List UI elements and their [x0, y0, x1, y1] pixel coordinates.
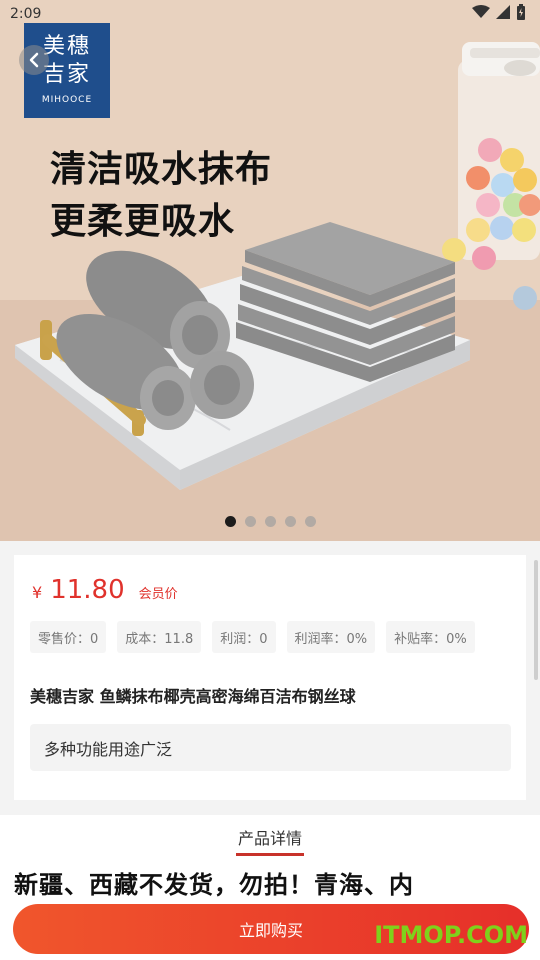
price-currency-symbol: ¥	[32, 583, 43, 602]
brand-logo-english: MIHOOCE	[41, 95, 93, 105]
tab-product-details[interactable]: 产品详情	[0, 825, 540, 849]
product-title: 美穗吉家 鱼鳞抹布椰壳高密海绵百洁布钢丝球	[30, 687, 356, 706]
stat-cost: 成本：11.8	[117, 621, 202, 653]
price-value: 11.80	[50, 575, 125, 605]
carousel-dot[interactable]	[264, 516, 276, 527]
battery-icon	[517, 4, 525, 20]
carousel-dot[interactable]	[244, 516, 256, 527]
chevron-left-icon	[29, 52, 39, 68]
carousel-indicator	[0, 516, 540, 527]
member-price-label: 会员价	[138, 587, 178, 602]
product-info-card: ¥ 11.80 会员价 零售价：0 成本：11.8 利润：0 利润率：0% 补贴…	[14, 555, 526, 800]
stat-profit: 利润：0	[212, 621, 276, 653]
cell-signal-icon	[496, 5, 510, 19]
detail-body-text: 新疆、西藏不发货，勿拍！青海、内	[14, 871, 414, 899]
status-bar: 2:09	[0, 0, 540, 30]
back-button[interactable]	[19, 45, 49, 75]
wifi-icon	[472, 5, 490, 18]
stat-retail-price: 零售价：0	[30, 621, 107, 653]
tab-active-underline	[236, 853, 304, 856]
product-description: 多种功能用途广泛	[30, 724, 511, 771]
product-image-carousel[interactable]: 2:09 美穗 吉家 MIHOOCE 清洁吸水抹布 更柔更吸水	[0, 0, 540, 541]
carousel-dot[interactable]	[284, 516, 296, 527]
price-stats: 零售价：0 成本：11.8 利润：0 利润率：0% 补贴率：0%	[30, 621, 475, 653]
status-icons	[472, 4, 526, 20]
price-row: ¥ 11.80 会员价	[32, 575, 178, 605]
banner-headline-line1: 清洁吸水抹布	[50, 149, 273, 190]
stat-subsidy-rate: 补贴率：0%	[386, 621, 475, 653]
scrollbar[interactable]	[534, 560, 538, 680]
watermark: ITMOP.COM	[374, 921, 528, 949]
banner-headline-line2: 更柔更吸水	[50, 201, 236, 242]
carousel-dot[interactable]	[224, 516, 236, 527]
status-time: 2:09	[10, 6, 42, 22]
stat-profit-rate: 利润率：0%	[286, 621, 376, 653]
carousel-dot[interactable]	[304, 516, 316, 527]
